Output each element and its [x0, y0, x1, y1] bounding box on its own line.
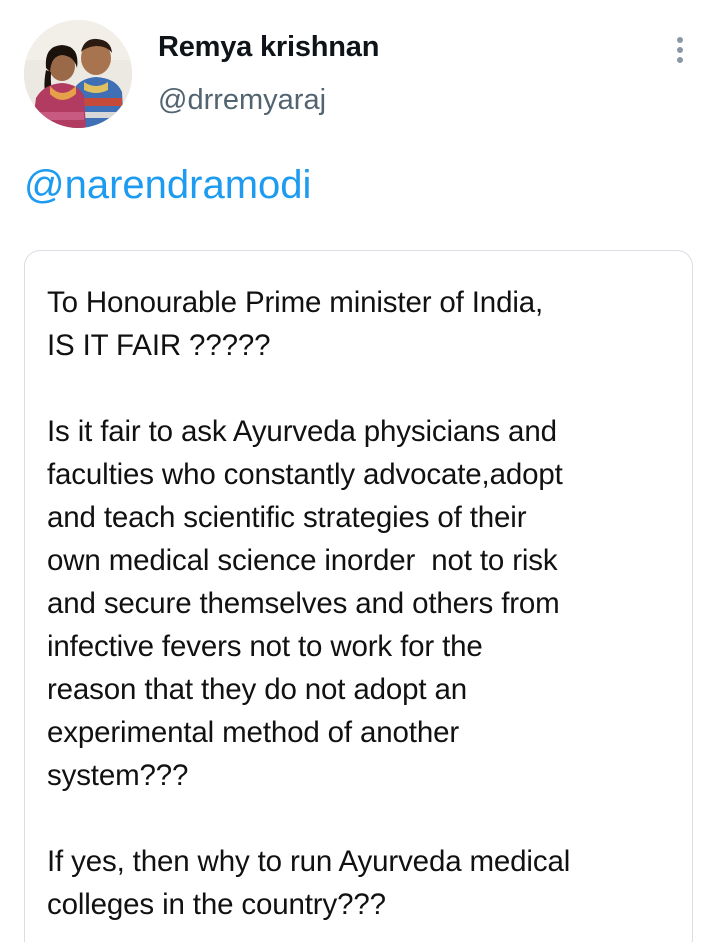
avatar[interactable] — [24, 20, 132, 128]
tweet: Remya krishnan @drremyaraj @narendramodi… — [0, 0, 719, 943]
card-text-line: reason that they do not adopt an — [47, 673, 467, 706]
image-text-card[interactable]: To Honourable Prime minister of India, IS… — [24, 250, 693, 942]
card-text-line: and secure themselves and others from — [47, 587, 560, 620]
card-text-line: own medical science inorder not to risk — [47, 544, 558, 577]
card-text-line: infective fevers not to work for the — [47, 630, 483, 663]
card-text-line: and teach scientific strategies of their — [47, 501, 527, 534]
card-blank-line — [47, 367, 687, 410]
card-text-line: experimental method of another — [47, 716, 460, 749]
author-name[interactable]: Remya krishnan — [158, 31, 379, 64]
card-text-line: IS IT FAIR ????? — [47, 329, 271, 362]
card-text-line: colleges in the country??? — [47, 888, 386, 921]
card-text-line: To Honourable Prime minister of India, — [47, 286, 544, 319]
card-text: To Honourable Prime minister of India, IS… — [47, 281, 687, 926]
profile-photo-icon — [24, 20, 132, 128]
card-text-line: Is it fair to ask Ayurveda physicians an… — [47, 415, 557, 448]
card-blank-line — [47, 797, 687, 840]
card-text-line: If yes, then why to run Ayurveda medical — [47, 845, 571, 878]
mention-link[interactable]: @narendramodi — [24, 163, 311, 208]
author-handle[interactable]: @drremyaraj — [158, 84, 326, 117]
more-vertical-icon — [677, 37, 683, 63]
card-text-line: system??? — [47, 759, 189, 792]
card-text-line: faculties who constantly advocate,adopt — [47, 458, 563, 491]
more-options-button[interactable] — [664, 32, 696, 68]
